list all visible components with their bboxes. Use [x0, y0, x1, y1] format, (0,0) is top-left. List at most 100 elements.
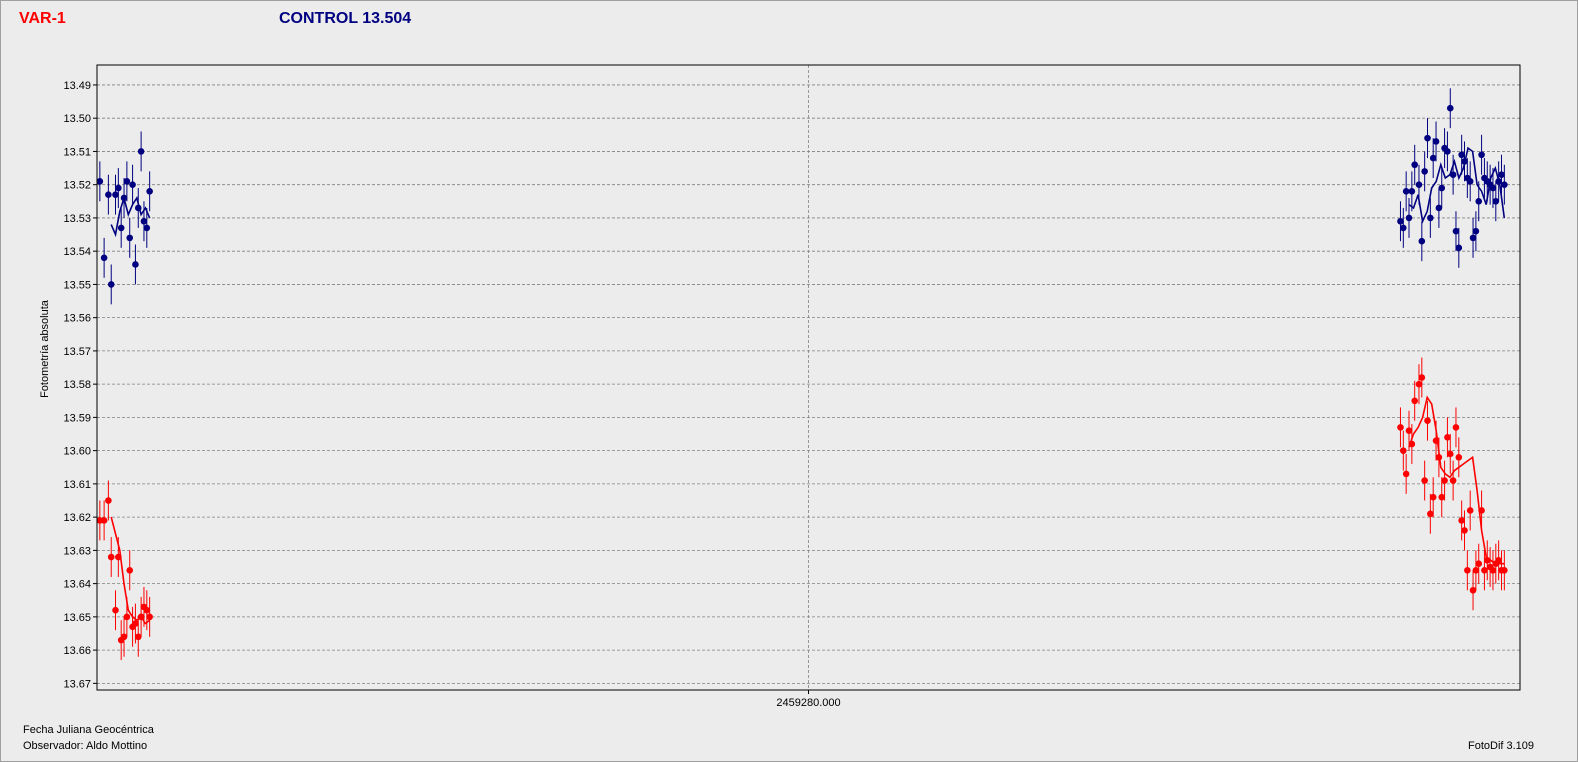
y-tick-label: 13.64 — [63, 579, 91, 591]
software-version: FotoDif 3.109 — [1468, 740, 1535, 752]
data-point — [107, 553, 115, 561]
data-point — [1461, 158, 1468, 165]
data-point — [1464, 567, 1471, 574]
y-axis-label: Fotometría absoluta — [39, 300, 51, 398]
y-tick-label: 13.56 — [63, 313, 91, 325]
data-point — [132, 261, 139, 268]
y-tick-label: 13.61 — [63, 479, 91, 491]
data-point — [1427, 214, 1434, 222]
data-point — [112, 191, 119, 198]
data-point — [100, 517, 108, 524]
y-tick-label: 13.59 — [63, 412, 91, 424]
data-point — [1441, 477, 1448, 484]
data-point — [96, 178, 104, 185]
data-point — [1397, 424, 1404, 431]
data-point — [107, 281, 115, 288]
data-point — [1411, 397, 1418, 405]
data-point — [1461, 527, 1468, 534]
data-point — [1429, 154, 1437, 162]
data-point — [1469, 234, 1477, 242]
data-point — [129, 181, 136, 188]
data-point — [1427, 510, 1434, 518]
data-point — [1408, 188, 1416, 195]
y-tick-label: 13.57 — [63, 346, 91, 358]
data-point — [1489, 184, 1497, 192]
light-curve-chart: 13.49 13.50 13.51 13.52 13.53 13.54 13.55 13.56… — [63, 64, 1521, 709]
data-point — [1432, 138, 1440, 145]
data-point — [1424, 134, 1431, 142]
data-point — [1400, 224, 1407, 232]
data-point — [1421, 168, 1428, 175]
data-point — [1415, 181, 1423, 188]
data-points — [96, 88, 1508, 661]
trend-lines — [110, 146, 1506, 625]
y-axis-ticks: 13.49 13.50 13.51 13.52 13.53 13.54 13.55 13.56… — [63, 80, 97, 690]
data-point — [1501, 181, 1508, 188]
x-axis-ticks: 2459280.000 — [776, 690, 841, 709]
data-point — [1455, 453, 1463, 461]
data-point — [115, 553, 122, 561]
data-point — [112, 606, 119, 614]
data-point — [1449, 171, 1457, 179]
x-tick-label: 2459280.000 — [776, 697, 840, 709]
data-point — [132, 620, 139, 627]
data-point — [1498, 171, 1505, 179]
data-point — [1444, 434, 1451, 441]
y-tick-label: 13.60 — [63, 446, 91, 458]
data-point — [1405, 214, 1413, 222]
data-point — [120, 633, 128, 641]
y-tick-label: 13.51 — [63, 146, 91, 158]
data-point — [1435, 453, 1443, 461]
data-point — [134, 633, 142, 641]
y-tick-label: 13.54 — [63, 246, 91, 258]
data-point — [1458, 151, 1465, 159]
data-point — [1452, 227, 1460, 235]
y-tick-label: 13.65 — [63, 612, 91, 624]
y-tick-label: 13.52 — [63, 180, 91, 192]
data-point — [137, 613, 145, 621]
data-point — [1501, 567, 1508, 574]
data-point — [1452, 424, 1460, 431]
data-point — [1438, 184, 1446, 192]
data-point — [1432, 437, 1440, 444]
data-point — [143, 606, 151, 614]
data-point — [1444, 148, 1451, 155]
data-point — [134, 204, 142, 212]
data-point — [126, 567, 134, 574]
data-point — [120, 194, 128, 202]
data-point — [1411, 161, 1418, 169]
data-point — [1405, 427, 1413, 434]
data-point — [1466, 507, 1474, 514]
y-tick-label: 13.50 — [63, 113, 91, 125]
data-point — [1466, 178, 1474, 185]
y-tick-label: 13.67 — [63, 678, 91, 690]
data-point — [1455, 244, 1463, 252]
data-point — [1475, 198, 1483, 205]
y-tick-label: 13.62 — [63, 512, 91, 524]
data-point — [137, 148, 145, 155]
data-point — [1458, 517, 1465, 524]
data-point — [1475, 560, 1483, 567]
data-point — [126, 234, 134, 242]
observer-label: Observador: Aldo Mottino — [23, 740, 148, 752]
y-tick-label: 13.66 — [63, 645, 91, 657]
data-point — [1478, 507, 1485, 514]
data-point — [1402, 188, 1410, 195]
data-point — [1495, 178, 1502, 185]
data-point — [1438, 493, 1446, 501]
data-point — [1408, 440, 1416, 448]
grid-lines — [97, 65, 1520, 690]
data-point — [1483, 557, 1491, 564]
data-point — [140, 217, 148, 225]
data-point — [146, 613, 153, 621]
data-point — [1446, 104, 1454, 112]
data-point — [105, 497, 112, 504]
y-tick-label: 13.55 — [63, 279, 91, 291]
data-point — [1421, 477, 1428, 484]
y-tick-label: 13.49 — [63, 80, 91, 92]
data-point — [1472, 227, 1480, 235]
y-tick-label: 13.53 — [63, 213, 91, 225]
data-point — [1418, 237, 1426, 245]
data-point — [105, 191, 112, 198]
data-point — [100, 254, 108, 262]
